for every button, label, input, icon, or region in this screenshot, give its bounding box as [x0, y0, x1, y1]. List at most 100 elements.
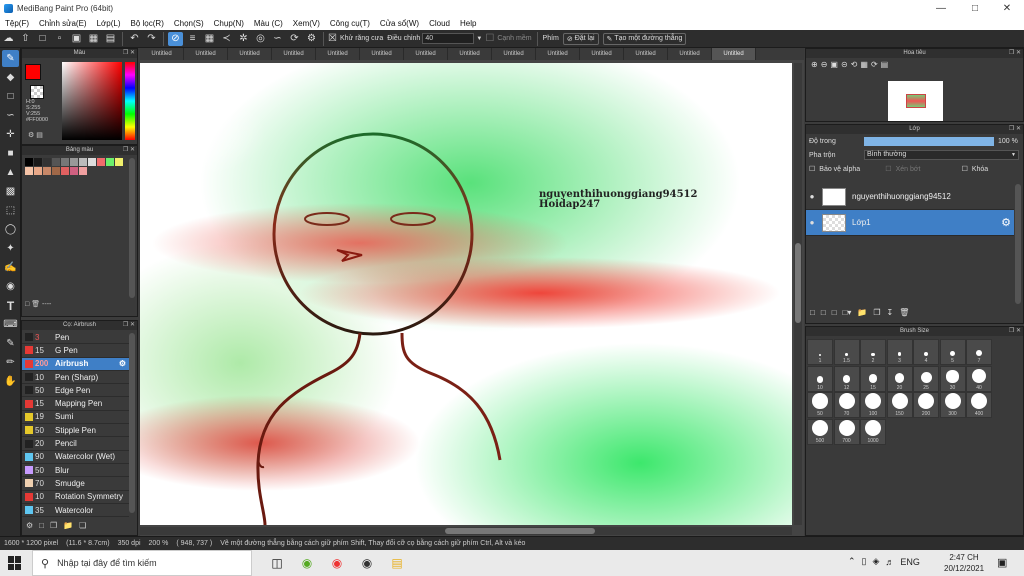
document-tab[interactable]: Untitled	[272, 48, 316, 60]
layer-folder-icon[interactable]: 📁	[857, 308, 867, 317]
layer-settings-icon[interactable]: ⚙	[1001, 216, 1011, 229]
menu-tools[interactable]: Công cụ(T)	[325, 19, 375, 28]
brush-size-option[interactable]: 15	[860, 365, 886, 392]
brush-size-option[interactable]: 7	[966, 339, 992, 365]
visibility-icon[interactable]: ●	[806, 192, 818, 201]
palette-swatch[interactable]	[25, 167, 33, 175]
cloud-icon[interactable]: ☁	[1, 32, 16, 46]
redo-icon[interactable]: ↷	[144, 32, 159, 46]
menu-edit[interactable]: Chỉnh sửa(E)	[34, 19, 92, 28]
rotate-left-icon[interactable]: ⟲	[851, 60, 858, 69]
new-8bit-layer-icon[interactable]: □	[832, 308, 837, 317]
brush-size-option[interactable]: 100	[860, 392, 886, 418]
trash-icon[interactable]: 🗑	[31, 300, 42, 308]
panel-close-icon[interactable]: ❐ ✕	[123, 321, 135, 330]
document-tab[interactable]: Untitled	[624, 48, 668, 60]
document-tab[interactable]: Untitled	[712, 48, 756, 60]
brush-item[interactable]: 70 Smudge	[22, 477, 129, 491]
brush-size-option[interactable]: 12	[833, 365, 860, 392]
brush-settings-gear-icon[interactable]: ⚙	[119, 359, 126, 368]
select-tool-icon[interactable]: ⬚	[2, 202, 19, 219]
palette-swatch[interactable]	[70, 158, 78, 166]
brush-item[interactable]: 3 Pen	[22, 331, 129, 345]
new-halftone-layer-icon[interactable]: □	[821, 308, 826, 317]
drawing-canvas[interactable]: nguyenthihuonggiang94512 Hoidap247	[140, 63, 792, 525]
vertical-scroll-thumb[interactable]	[795, 243, 801, 323]
brush-size-option[interactable]: 10	[807, 365, 833, 392]
document-tab[interactable]: Untitled	[316, 48, 360, 60]
eraser-tool-icon[interactable]: ◆	[2, 69, 19, 86]
document-tab[interactable]: Untitled	[140, 48, 184, 60]
close-button[interactable]: ✕	[990, 0, 1024, 16]
document-tab[interactable]: Untitled	[580, 48, 624, 60]
select-eraser-icon[interactable]: ◉	[2, 278, 19, 295]
brush-item[interactable]: 19 Sumi	[22, 411, 129, 425]
rotate-right-icon[interactable]: ⟳	[871, 60, 878, 69]
lock-checkbox[interactable]: ☐	[962, 165, 968, 173]
file-explorer-icon[interactable]: ▤	[386, 552, 408, 574]
palette-swatch[interactable]	[115, 158, 123, 166]
chat-icon[interactable]: ▫	[52, 32, 67, 46]
brush-size-option[interactable]: 400	[966, 392, 992, 418]
chevron-up-icon[interactable]: ⌃	[848, 556, 856, 567]
comment-icon[interactable]: □	[35, 32, 50, 46]
battery-icon[interactable]: ▯	[862, 556, 867, 567]
palette-swatch[interactable]	[34, 158, 42, 166]
settings-snap-icon[interactable]: ⚙	[304, 32, 319, 46]
layer-row[interactable]: ● Lớp1 ⚙	[806, 210, 1014, 236]
balloon-tool-icon[interactable]: ⌨	[2, 316, 19, 333]
correction-input[interactable]: 40	[422, 33, 475, 44]
menu-color[interactable]: Màu (C)	[249, 19, 288, 28]
hue-slider[interactable]	[125, 62, 135, 140]
palette-swatch[interactable]	[61, 167, 69, 175]
layer-add-menu-icon[interactable]: □▾	[843, 308, 852, 317]
document-tab[interactable]: Untitled	[492, 48, 536, 60]
brush-size-option[interactable]: 500	[807, 418, 833, 445]
layer-scrollbar[interactable]	[1015, 184, 1021, 304]
antialias-checkbox[interactable]: ☒	[328, 32, 337, 46]
network-icon[interactable]: ◈	[873, 556, 880, 567]
rotate-snap-icon[interactable]: ⟳	[287, 32, 302, 46]
zoom-out-icon[interactable]: ⊖	[821, 60, 828, 69]
brush-item[interactable]: 50 Edge Pen	[22, 384, 129, 398]
app-green-icon[interactable]: ◉	[296, 552, 318, 574]
brush-item[interactable]: 35 Watercolor	[22, 504, 129, 518]
palette-swatch[interactable]	[34, 167, 42, 175]
flip-icon[interactable]: ▤	[881, 60, 889, 69]
text-tool-icon[interactable]: T	[2, 297, 19, 314]
panel-icon[interactable]: ▣	[69, 32, 84, 46]
panel-close-icon[interactable]: ❐ ✕	[1009, 125, 1021, 134]
eyedropper-tool-icon[interactable]: ✏	[2, 354, 19, 371]
rect-tool-icon[interactable]: □	[2, 88, 19, 105]
saturation-value-picker[interactable]	[62, 62, 122, 140]
document-tab[interactable]: Untitled	[228, 48, 272, 60]
palette-swatch[interactable]	[88, 158, 96, 166]
brush-size-option[interactable]: 150	[886, 392, 913, 418]
brush-item[interactable]: 15 G Pen	[22, 344, 129, 358]
copy-brush-icon[interactable]: ❐	[50, 521, 57, 530]
panel-close-icon[interactable]: ❐ ✕	[1009, 327, 1021, 336]
blend-select[interactable]: Bình thường ▼	[864, 150, 1019, 160]
language-indicator[interactable]: ENG	[900, 557, 920, 567]
navigator-preview[interactable]	[888, 81, 943, 121]
palette-swatch[interactable]	[43, 167, 51, 175]
menu-layer[interactable]: Lớp(L)	[92, 19, 126, 28]
brush-item[interactable]: 15 Mapping Pen	[22, 397, 129, 411]
gradient-tool-icon[interactable]: ▩	[2, 183, 19, 200]
menu-file[interactable]: Tệp(F)	[0, 19, 34, 28]
brush-size-option[interactable]: 2	[860, 339, 886, 365]
fit-icon[interactable]: ▣	[830, 60, 838, 69]
palette-swatch[interactable]	[106, 158, 114, 166]
palette-swatch[interactable]	[61, 158, 69, 166]
brush-size-option[interactable]: 1.5	[833, 339, 860, 365]
primary-color-swatch[interactable]	[25, 64, 41, 80]
brush-scrollbar[interactable]	[129, 333, 135, 513]
menu-snap[interactable]: Chụp(N)	[209, 19, 249, 28]
move-tool-icon[interactable]: ✛	[2, 126, 19, 143]
document-tab[interactable]: Untitled	[184, 48, 228, 60]
brush-item[interactable]: 20 Pencil	[22, 437, 129, 451]
brush-item[interactable]: 200 Airbrush ⚙	[22, 357, 129, 371]
brush-item[interactable]: 50 Blur	[22, 464, 129, 478]
vanishing-snap-icon[interactable]: ≺	[219, 32, 234, 46]
zoom-in-icon[interactable]: ⊕	[811, 60, 818, 69]
